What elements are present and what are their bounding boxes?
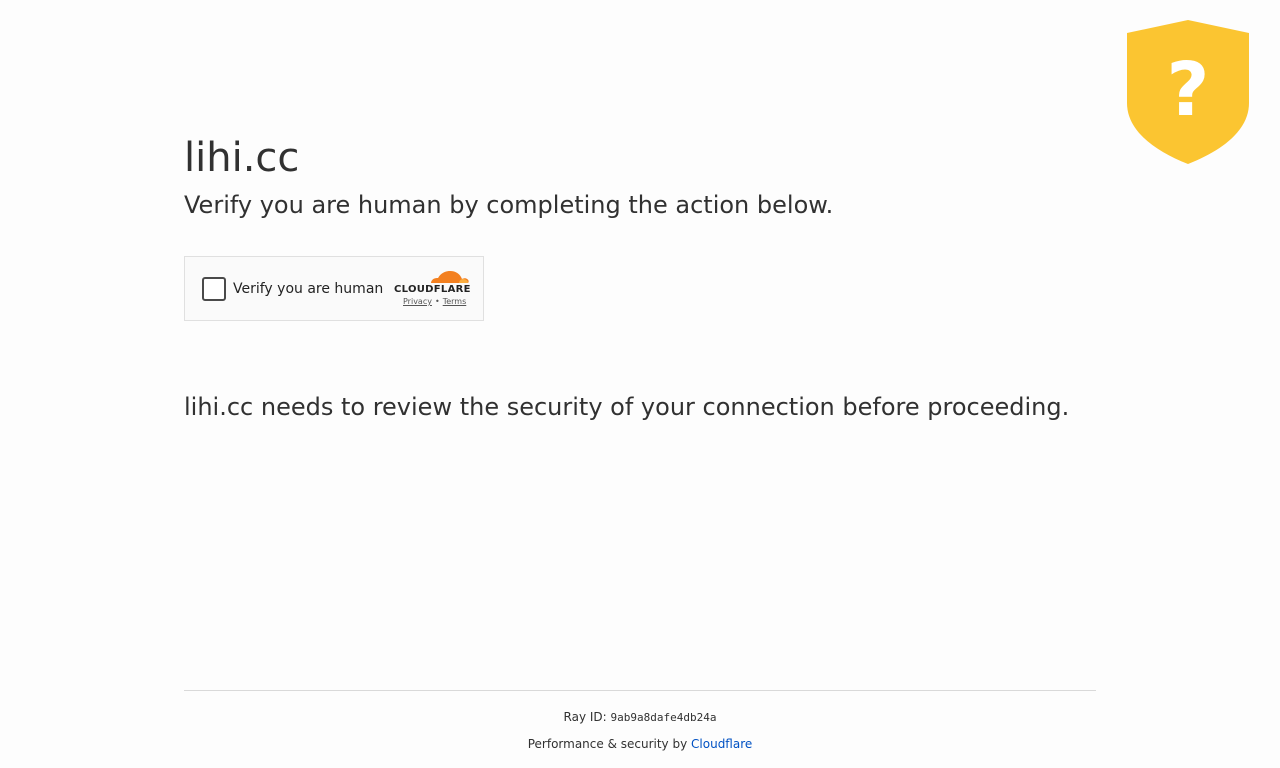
widget-links: Privacy • Terms [403, 297, 466, 306]
main-content: lihi.cc Verify you are human by completi… [184, 132, 1096, 421]
performance-text: Performance & security by [527, 737, 688, 751]
ray-id-value: 9ab9a8dafe4db24a [610, 711, 717, 724]
page-subtitle: Verify you are human by completing the a… [184, 191, 834, 219]
terms-link[interactable]: Terms [443, 297, 467, 306]
ray-id-label: Ray ID: [563, 710, 607, 724]
cloudflare-wordmark: CLOUDFLARE [394, 284, 471, 295]
page-title: lihi.cc [184, 135, 300, 181]
performance-line: Performance & security by Cloudflare [184, 736, 1096, 752]
security-review-message: lihi.cc needs to review the security of … [184, 393, 1070, 421]
link-separator: • [434, 297, 440, 306]
cloudflare-link[interactable]: Cloudflare [691, 737, 752, 751]
verify-checkbox[interactable] [202, 277, 226, 301]
challenge-page: ? lihi.cc Verify you are human by comple… [0, 0, 1280, 768]
turnstile-widget: Verify you are human CLOUDFLARE Privacy •… [184, 256, 484, 321]
ray-id-line: Ray ID: 9ab9a8dafe4db24a [184, 709, 1096, 726]
footer: Ray ID: 9ab9a8dafe4db24a Performance & s… [184, 690, 1096, 752]
shield-question-glyph: ? [1167, 47, 1210, 133]
privacy-link[interactable]: Privacy [403, 297, 432, 306]
question-shield-icon: ? [1127, 20, 1249, 164]
verify-checkbox-label[interactable]: Verify you are human [233, 279, 383, 299]
